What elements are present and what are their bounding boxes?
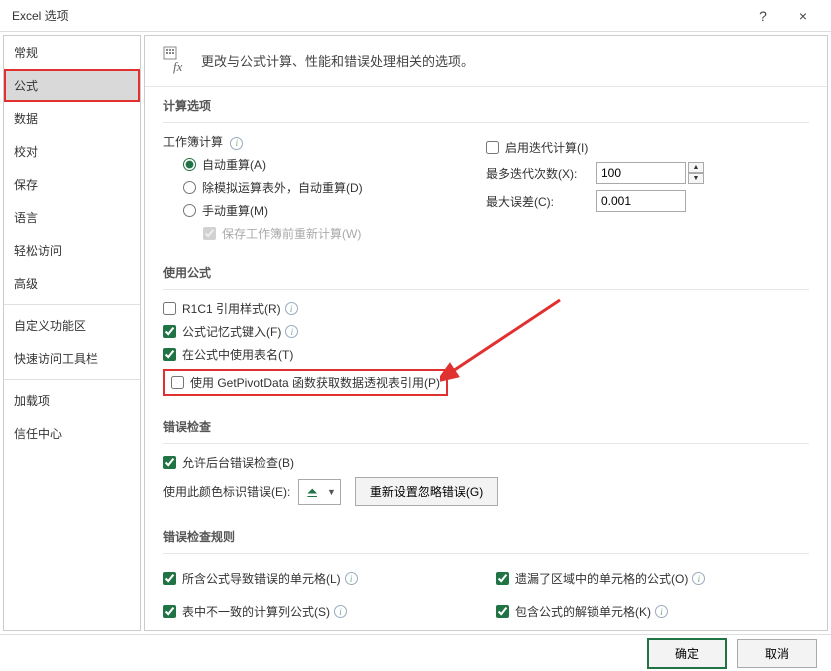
sidebar-item-formulas[interactable]: 公式 [4, 69, 140, 102]
ok-button[interactable]: 确定 [647, 638, 727, 669]
check-table-names[interactable] [163, 348, 176, 361]
rule-5-label: 遗漏了区域中的单元格的公式(O) [515, 570, 688, 587]
info-icon[interactable]: i [285, 302, 298, 315]
radio-except-tables-label: 除模拟运算表外，自动重算(D) [202, 179, 363, 196]
check-rule-2[interactable] [163, 605, 176, 618]
check-autocomplete-label: 公式记忆式键入(F) [182, 323, 281, 340]
section-rules-title: 错误检查规则 [163, 528, 809, 554]
rule-1-label: 所含公式导致错误的单元格(L) [182, 570, 341, 587]
close-button[interactable]: × [783, 0, 823, 32]
error-color-picker[interactable]: ⏶ ▼ [298, 479, 341, 505]
radio-auto[interactable] [183, 158, 196, 171]
radio-auto-label: 自动重算(A) [202, 156, 266, 173]
rule-2-label: 表中不一致的计算列公式(S) [182, 603, 330, 620]
max-iter-input[interactable] [596, 162, 686, 184]
header-description: 更改与公式计算、性能和错误处理相关的选项。 [201, 51, 474, 70]
sidebar-item-data[interactable]: 数据 [4, 102, 140, 135]
sidebar-separator [4, 379, 140, 380]
check-getpivotdata-label: 使用 GetPivotData 函数获取数据透视表引用(P) [190, 374, 440, 391]
section-errchk-title: 错误检查 [163, 418, 809, 444]
section-formulas-title: 使用公式 [163, 264, 809, 290]
check-recalc-save [203, 227, 216, 240]
main-panel: fx 更改与公式计算、性能和错误处理相关的选项。 计算选项 工作簿计算 i [144, 35, 828, 631]
chevron-down-icon: ▼ [327, 487, 336, 497]
check-bg-error[interactable] [163, 456, 176, 469]
sidebar-item-proofing[interactable]: 校对 [4, 135, 140, 168]
radio-manual-label: 手动重算(M) [202, 202, 268, 219]
sidebar-item-save[interactable]: 保存 [4, 168, 140, 201]
info-icon[interactable]: i [345, 572, 358, 585]
highlighted-getpivot-row: 使用 GetPivotData 函数获取数据透视表引用(P) [163, 369, 448, 396]
radio-except-tables[interactable] [183, 181, 196, 194]
check-autocomplete[interactable] [163, 325, 176, 338]
workbook-calc-label: 工作簿计算 [163, 135, 223, 149]
radio-manual[interactable] [183, 204, 196, 217]
section-calc-title: 计算选项 [163, 97, 809, 123]
check-recalc-save-label: 保存工作簿前重新计算(W) [222, 225, 361, 242]
check-rule-5[interactable] [496, 572, 509, 585]
sidebar-item-general[interactable]: 常规 [4, 36, 140, 69]
info-icon[interactable]: i [230, 137, 243, 150]
max-change-input[interactable] [596, 190, 686, 212]
rule-6-label: 包含公式的解锁单元格(K) [515, 603, 651, 620]
spinner-up[interactable]: ▲ [688, 162, 704, 173]
sidebar-item-advanced[interactable]: 高级 [4, 267, 140, 300]
category-sidebar: 常规 公式 数据 校对 保存 语言 轻松访问 高级 自定义功能区 快速访问工具栏… [3, 35, 141, 631]
help-button[interactable]: ? [743, 0, 783, 32]
check-iterative-label: 启用迭代计算(I) [505, 139, 588, 156]
check-getpivotdata[interactable] [171, 376, 184, 389]
info-icon[interactable]: i [285, 325, 298, 338]
cancel-button[interactable]: 取消 [737, 639, 817, 668]
svg-text:fx: fx [173, 59, 183, 74]
color-swatch-icon: ⏶ [303, 484, 321, 499]
reset-ignored-errors-button[interactable]: 重新设置忽略错误(G) [355, 477, 498, 506]
spinner-down[interactable]: ▼ [688, 173, 704, 184]
sidebar-item-language[interactable]: 语言 [4, 201, 140, 234]
check-table-names-label: 在公式中使用表名(T) [182, 346, 293, 363]
check-r1c1[interactable] [163, 302, 176, 315]
info-icon[interactable]: i [692, 572, 705, 585]
sidebar-item-accessibility[interactable]: 轻松访问 [4, 234, 140, 267]
check-rule-1[interactable] [163, 572, 176, 585]
error-color-label: 使用此颜色标识错误(E): [163, 483, 290, 500]
dialog-title: Excel 选项 [8, 7, 743, 24]
sidebar-separator [4, 304, 140, 305]
max-change-label: 最大误差(C): [486, 193, 596, 210]
check-r1c1-label: R1C1 引用样式(R) [182, 300, 281, 317]
sidebar-item-qat[interactable]: 快速访问工具栏 [4, 342, 140, 375]
check-iterative[interactable] [486, 141, 499, 154]
max-iter-label: 最多迭代次数(X): [486, 165, 596, 182]
formula-icon: fx [163, 46, 191, 74]
sidebar-item-customize-ribbon[interactable]: 自定义功能区 [4, 309, 140, 342]
info-icon[interactable]: i [655, 605, 668, 618]
info-icon[interactable]: i [334, 605, 347, 618]
sidebar-item-trust-center[interactable]: 信任中心 [4, 417, 140, 450]
check-bg-error-label: 允许后台错误检查(B) [182, 454, 294, 471]
check-rule-6[interactable] [496, 605, 509, 618]
sidebar-item-addins[interactable]: 加载项 [4, 384, 140, 417]
